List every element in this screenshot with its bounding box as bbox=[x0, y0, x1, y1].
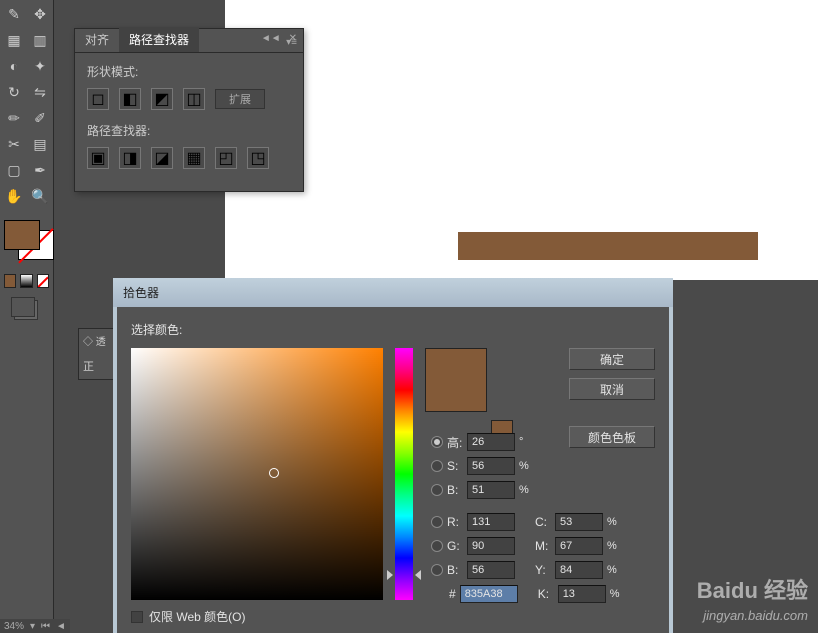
shape-modes-label: 形状模式: bbox=[87, 63, 291, 80]
zoom-dropdown-icon[interactable]: ▾ bbox=[30, 621, 35, 632]
left-toolbar: ✎ ✥ ▦ ▥ ◐ ✦ ↻ ⇋ ✏ ✐ ✂ ▤ ▢ ✒ ✋ 🔍 bbox=[0, 0, 54, 633]
select-color-label: 选择颜色: bbox=[131, 321, 655, 338]
cancel-button[interactable]: 取消 bbox=[569, 378, 655, 400]
dialog-title[interactable]: 拾色器 bbox=[113, 278, 673, 307]
black-input[interactable] bbox=[558, 585, 606, 603]
tool-mesh-icon[interactable]: ▦ bbox=[2, 28, 26, 52]
yellow-input[interactable] bbox=[555, 561, 603, 579]
pathfinder-panel: ◄◄ ✕ 对齐 路径查找器 ▾≡ 形状模式: ◻ ◧ ◩ ◫ 扩展 路径查找器:… bbox=[74, 28, 304, 192]
color-picker-dialog: 拾色器 选择颜色: ⬡ 确定 取消 颜色色板 高: ° bbox=[113, 278, 673, 633]
tab-transparency[interactable]: ◇ 透 bbox=[83, 333, 117, 348]
exclude-icon[interactable]: ◫ bbox=[183, 88, 205, 110]
cyan-input[interactable] bbox=[555, 513, 603, 531]
panel-collapse-icon[interactable]: ◄◄ bbox=[261, 33, 281, 44]
tool-eyedropper-icon[interactable]: ✎ bbox=[2, 2, 26, 26]
tool-move-icon[interactable]: ✥ bbox=[28, 2, 52, 26]
tool-wand-icon[interactable]: ✦ bbox=[28, 54, 52, 78]
blend-mode-dropdown[interactable]: 正 bbox=[83, 358, 117, 374]
brightness-input[interactable] bbox=[467, 481, 515, 499]
brightness-radio[interactable] bbox=[431, 484, 443, 496]
ok-button[interactable]: 确定 bbox=[569, 348, 655, 370]
watermark: Baidu 经验 jingyan.baidu.com bbox=[697, 576, 808, 625]
red-radio[interactable] bbox=[431, 516, 443, 528]
intersect-icon[interactable]: ◩ bbox=[151, 88, 173, 110]
tool-hand-icon[interactable]: ✋ bbox=[2, 184, 26, 208]
color-field[interactable] bbox=[131, 348, 383, 600]
tool-lasso-icon[interactable]: ◐ bbox=[2, 54, 26, 78]
hue-input[interactable] bbox=[467, 433, 515, 451]
nav-prev-icon[interactable]: ◄ bbox=[56, 621, 66, 632]
hex-label: # bbox=[449, 587, 456, 601]
merge-icon[interactable]: ◪ bbox=[151, 147, 173, 169]
tool-artboard-icon[interactable]: ▢ bbox=[2, 158, 26, 182]
watermark-url: jingyan.baidu.com bbox=[697, 607, 808, 625]
tool-pencil-icon[interactable]: ✐ bbox=[28, 106, 52, 130]
cyan-label: C: bbox=[535, 515, 551, 529]
pathfinder-panel-header[interactable]: ◄◄ ✕ 对齐 路径查找器 ▾≡ bbox=[75, 29, 303, 53]
color-preview bbox=[425, 348, 487, 412]
color-swatches bbox=[0, 216, 53, 264]
panel-menu-icon[interactable]: ▾≡ bbox=[286, 37, 297, 48]
unite-icon[interactable]: ◻ bbox=[87, 88, 109, 110]
brightness-label: B: bbox=[447, 483, 463, 497]
blue-radio[interactable] bbox=[431, 564, 443, 576]
saturation-input[interactable] bbox=[467, 457, 515, 475]
expand-button[interactable]: 扩展 bbox=[215, 89, 265, 109]
black-label: K: bbox=[538, 587, 554, 601]
minus-back-icon[interactable]: ◳ bbox=[247, 147, 269, 169]
outline-icon[interactable]: ◰ bbox=[215, 147, 237, 169]
saturation-label: S: bbox=[447, 459, 463, 473]
yellow-label: Y: bbox=[535, 563, 551, 577]
tab-pathfinder[interactable]: 路径查找器 bbox=[119, 27, 199, 52]
rectangle-shape[interactable] bbox=[458, 232, 758, 260]
canvas-artboard[interactable] bbox=[225, 0, 818, 280]
zoom-level[interactable]: 34% bbox=[4, 621, 24, 632]
gradient-mode-icon[interactable] bbox=[20, 274, 32, 288]
document-status-bar: 34% ▾ ⏮ ◄ bbox=[0, 619, 70, 633]
red-input[interactable] bbox=[467, 513, 515, 531]
foreground-swatch[interactable] bbox=[4, 220, 40, 250]
green-input[interactable] bbox=[467, 537, 515, 555]
watermark-brand: Baidu 经验 bbox=[697, 576, 808, 607]
nav-first-icon[interactable]: ⏮ bbox=[41, 621, 50, 632]
blue-label: B: bbox=[447, 563, 463, 577]
hex-input[interactable] bbox=[460, 585, 518, 603]
screen-mode-icon[interactable] bbox=[14, 300, 38, 320]
hue-slider[interactable] bbox=[395, 348, 413, 600]
tool-brush-icon[interactable]: ✏ bbox=[2, 106, 26, 130]
color-picker-indicator[interactable] bbox=[269, 468, 279, 478]
tool-chart-icon[interactable]: ▤ bbox=[28, 132, 52, 156]
saturation-radio[interactable] bbox=[431, 460, 443, 472]
hue-radio[interactable] bbox=[431, 436, 443, 448]
tool-rotate-icon[interactable]: ↻ bbox=[2, 80, 26, 104]
tab-align[interactable]: 对齐 bbox=[75, 27, 119, 52]
fill-mode-icon[interactable] bbox=[4, 274, 16, 288]
tool-pen-icon[interactable]: ✒ bbox=[28, 158, 52, 182]
tool-reflect-icon[interactable]: ⇋ bbox=[28, 80, 52, 104]
trim-icon[interactable]: ◨ bbox=[119, 147, 141, 169]
minus-front-icon[interactable]: ◧ bbox=[119, 88, 141, 110]
web-only-label: 仅限 Web 颜色(O) bbox=[149, 608, 245, 625]
hue-label: 高: bbox=[447, 434, 463, 451]
web-only-checkbox[interactable] bbox=[131, 611, 143, 623]
tool-graph-icon[interactable]: ▥ bbox=[28, 28, 52, 52]
tool-zoom-icon[interactable]: 🔍 bbox=[28, 184, 52, 208]
magenta-label: M: bbox=[535, 539, 551, 553]
red-label: R: bbox=[447, 515, 463, 529]
blue-input[interactable] bbox=[467, 561, 515, 579]
pathfinders-label: 路径查找器: bbox=[87, 122, 291, 139]
none-mode-icon[interactable] bbox=[37, 274, 49, 288]
divide-icon[interactable]: ▣ bbox=[87, 147, 109, 169]
crop-icon[interactable]: ▦ bbox=[183, 147, 205, 169]
magenta-input[interactable] bbox=[555, 537, 603, 555]
tool-scissors-icon[interactable]: ✂ bbox=[2, 132, 26, 156]
green-label: G: bbox=[447, 539, 463, 553]
green-radio[interactable] bbox=[431, 540, 443, 552]
